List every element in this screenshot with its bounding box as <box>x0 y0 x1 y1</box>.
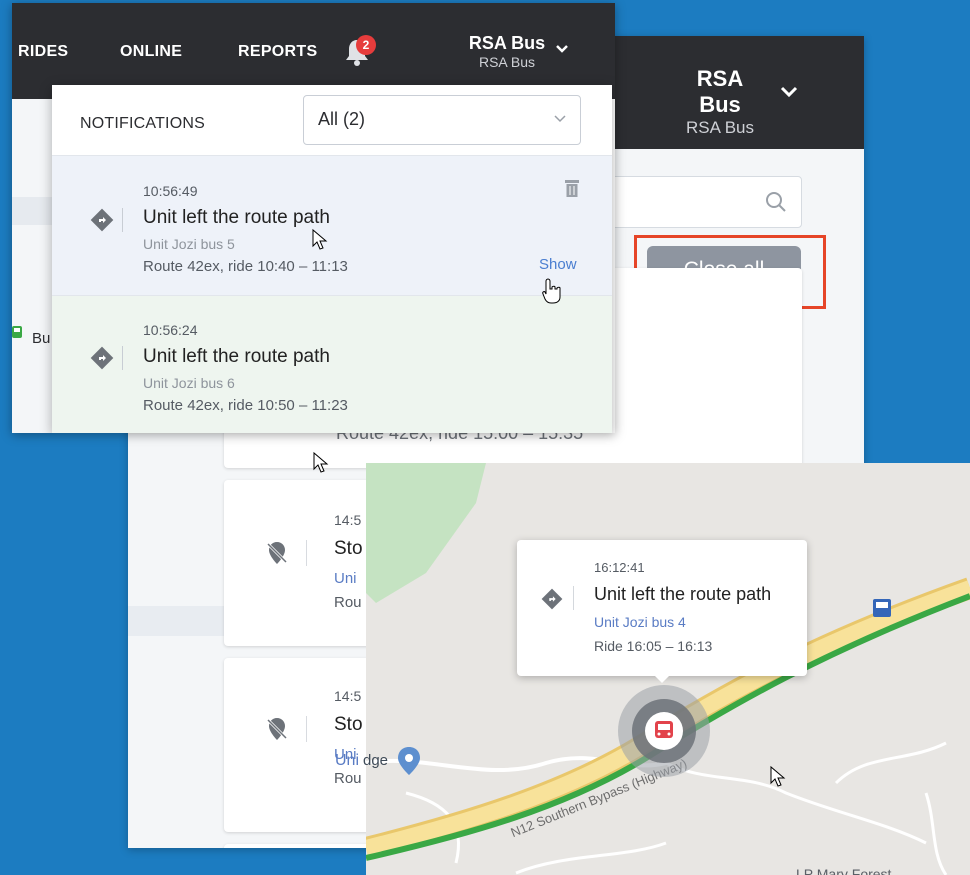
hand-pointer-icon <box>542 278 561 304</box>
trash-icon[interactable] <box>564 178 580 198</box>
separator <box>122 208 123 232</box>
account-name: RSA Bus <box>696 66 744 117</box>
chevron-down-icon[interactable] <box>780 78 798 104</box>
row-divider <box>12 197 52 225</box>
list-item-label: Bu <box>32 330 51 347</box>
separator <box>573 586 574 610</box>
notifications-dropdown: NOTIFICATIONS All (2) 10:56:49 Unit left… <box>52 85 612 433</box>
separator <box>306 540 307 566</box>
account-sub: RSA Bus <box>685 118 755 137</box>
bus-icon <box>12 326 22 338</box>
popup-time: 16:12:41 <box>594 560 645 575</box>
chevron-down-icon[interactable] <box>555 41 569 59</box>
card-title: Sto <box>334 714 363 735</box>
notification-title: Unit left the route path <box>143 346 330 367</box>
card-route: Rou <box>334 770 362 787</box>
route-deviation-icon <box>90 208 114 232</box>
nav-reports[interactable]: REPORTS <box>238 43 317 61</box>
list-background <box>12 99 52 433</box>
notification-item[interactable]: 10:56:49 Unit left the route path Unit J… <box>52 155 612 296</box>
notification-item[interactable]: 10:56:24 Unit left the route path Unit J… <box>52 296 612 433</box>
card-title: Sto <box>334 538 363 559</box>
map-place-label: LP Mary Forest <box>796 866 892 875</box>
map-notification-popup[interactable]: 16:12:41 Unit left the route path Unit J… <box>517 540 807 683</box>
notification-filter-select[interactable]: All (2) <box>303 95 581 145</box>
nav-online[interactable]: ONLINE <box>120 43 182 61</box>
stop-location-icon <box>266 542 288 564</box>
notification-count-badge: 2 <box>356 35 376 55</box>
row-divider <box>128 606 224 636</box>
mouse-cursor-icon <box>313 451 329 473</box>
mouse-cursor-icon <box>770 765 786 787</box>
bus-icon <box>655 721 673 738</box>
route-deviation-icon <box>90 346 114 370</box>
minor-road <box>515 841 667 875</box>
route-deviation-icon <box>541 588 563 610</box>
notification-unit: Unit Jozi bus 5 <box>143 236 235 252</box>
front-panel: RIDES ONLINE REPORTS 2 RSA Bus RSA Bus B… <box>12 3 615 433</box>
account-sub: RSA Bus <box>478 54 536 70</box>
notification-title: Unit left the route path <box>143 207 330 228</box>
card-unit: Uni <box>334 570 357 587</box>
stop-location-icon <box>266 718 288 740</box>
minor-road <box>924 792 948 875</box>
show-link[interactable]: Show <box>539 256 577 273</box>
card-time: 14:5 <box>334 688 362 704</box>
notification-time: 10:56:49 <box>143 183 198 199</box>
popup-unit: Unit Jozi bus 4 <box>594 614 686 630</box>
park-area <box>366 463 486 603</box>
card-route: Rou <box>334 594 362 611</box>
location-pin-icon <box>398 747 420 775</box>
nav-rides[interactable]: RIDES <box>18 43 68 61</box>
search-input[interactable] <box>608 176 802 228</box>
notification-route: Route 42ex, ride 10:50 – 11:23 <box>143 397 348 414</box>
chevron-down-icon <box>554 110 566 126</box>
account-switcher[interactable]: RSA Bus RSA Bus <box>676 66 764 138</box>
popup-title: Unit left the route path <box>594 584 772 604</box>
bus-stop-icon <box>873 599 891 617</box>
minor-road <box>834 741 947 785</box>
popup-ride: Ride 16:05 – 16:13 <box>594 638 713 654</box>
card-time: 14:5 <box>334 512 362 528</box>
search-icon <box>766 192 786 212</box>
account-switcher[interactable]: RSA Bus RSA Bus <box>467 33 547 70</box>
mouse-cursor-icon <box>312 228 328 250</box>
account-name: RSA Bus <box>468 33 546 53</box>
notification-unit: Unit Jozi bus 6 <box>143 375 235 391</box>
filter-value: All (2) <box>318 109 366 129</box>
map-place-label: dge <box>363 752 389 769</box>
notifications-title: NOTIFICATIONS <box>80 115 205 132</box>
minor-road <box>665 761 927 845</box>
separator <box>122 346 123 370</box>
notification-time: 10:56:24 <box>143 322 198 338</box>
map-view[interactable]: N12 Southern Bypass (Highway) LP Mary Fo… <box>366 463 970 875</box>
popup-arrow <box>653 674 671 683</box>
card-unit: Uni <box>335 752 360 769</box>
separator <box>306 716 307 742</box>
notification-route: Route 42ex, ride 10:40 – 11:13 <box>143 258 348 275</box>
